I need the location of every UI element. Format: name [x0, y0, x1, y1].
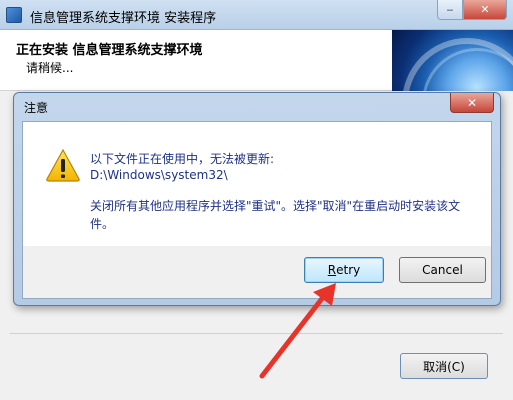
installer-cancel-button[interactable]: 取消(C)	[400, 353, 488, 379]
installer-title: 信息管理系统支撑环境 安装程序	[30, 11, 217, 26]
message-line-4: 件。	[90, 217, 115, 231]
window-controls: ‒ ✕	[437, 0, 507, 20]
warning-icon	[46, 148, 80, 182]
install-status: 请稍候...	[26, 61, 74, 75]
dialog-message-area: 以下文件正在使用中，无法被更新: D:\Windows\system32\ 关闭…	[23, 122, 491, 246]
close-button[interactable]: ✕	[463, 0, 507, 20]
install-heading: 正在安装 信息管理系统支撑环境	[16, 43, 203, 58]
retry-button[interactable]: Retry	[304, 257, 384, 283]
notice-dialog: 注意 ✕ 以下文件正在使用中，无法被更新: D:\Windows\system3…	[13, 92, 501, 306]
retry-label-rest: etry	[336, 263, 361, 277]
message-line-1: 以下文件正在使用中，无法被更新:	[90, 152, 275, 166]
cancel-button[interactable]: Cancel	[399, 257, 486, 283]
footer-divider	[10, 333, 503, 334]
globe-banner-image	[392, 30, 513, 91]
installer-header: 正在安装 信息管理系统支撑环境 请稍候...	[0, 30, 513, 91]
dialog-close-button[interactable]: ✕	[450, 93, 494, 113]
message-line-2: D:\Windows\system32\	[90, 168, 228, 182]
installer-titlebar: 信息管理系统支撑环境 安装程序 ‒ ✕	[0, 0, 513, 30]
retry-mnemonic: R	[327, 263, 337, 277]
app-icon	[6, 7, 22, 23]
minimize-button[interactable]: ‒	[437, 0, 463, 20]
dialog-body: 以下文件正在使用中，无法被更新: D:\Windows\system32\ 关闭…	[22, 121, 492, 299]
message-line-3: 关闭所有其他应用程序并选择"重试"。选择"取消"在重启动时安装该文	[90, 199, 461, 213]
dialog-title: 注意	[24, 101, 49, 115]
